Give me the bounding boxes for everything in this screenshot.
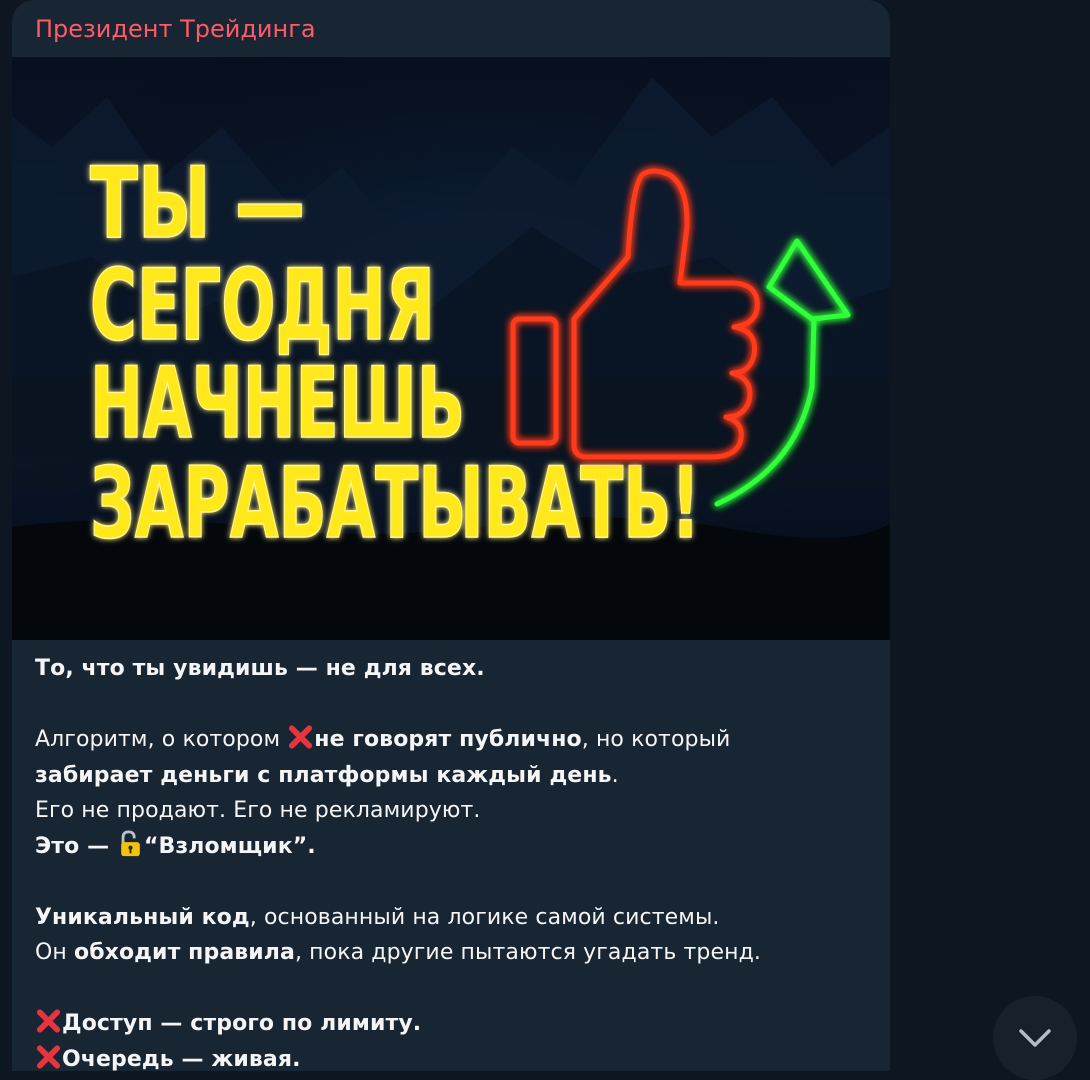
headline-line-2: СЕГОДНЯ [90,249,435,363]
message-text: То, что ты увидишь — не для всех. Алгори… [35,651,865,1071]
text-p2-line2-post: . [611,762,619,788]
text-p2-line2-bold: забирает деньги с платформы каждый день [35,762,612,788]
text-line-1: То, что ты увидишь — не для всех. [35,656,485,681]
chevron-down-icon [1019,1029,1051,1047]
text-p2-post: , но который [581,727,731,752]
headline-line-3: НАЧНЕШЬ [90,347,465,461]
headline-line-1: ТЫ — [90,147,305,261]
message-bubble: Президент Трейдинга ТЫ — СЕГОДНЯ НАЧНЕШЬ… [12,0,890,1071]
unlocked-lock-icon [121,829,140,856]
text-p2-line3: Его не продают. Его не рекламируют. [35,798,481,823]
text-p3-post2: , пока другие пытаются угадать тренд. [294,940,761,965]
text-p2-line4-post: “Взломщик”. [143,833,316,859]
scroll-down-button[interactable] [993,996,1077,1080]
text-p2-line4-pre: Это — [35,833,117,859]
sender-name[interactable]: Президент Трейдинга [35,14,316,44]
headline-line-4: ЗАРАБАТЫВАТЬ! [90,447,700,561]
text-p3-post1: , основанный на логике самой системы. [249,904,720,930]
text-p3-bold1: Уникальный код [35,904,250,930]
text-p4-line2: Очередь — живая. [62,1046,301,1072]
cross-mark-icon [36,1044,61,1069]
text-p2-bold: не говорят публично [314,727,582,752]
text-p3-pre2: Он [35,940,74,965]
text-p3-bold2: обходит правила [74,940,295,965]
cross-mark-icon [36,1009,61,1033]
post-image[interactable]: ТЫ — СЕГОДНЯ НАЧНЕШЬ ЗАРАБАТЫВАТЬ! [12,57,890,640]
cross-mark-icon [289,725,313,749]
text-p4-line1: Доступ — строго по лимиту. [62,1011,422,1036]
text-p2-pre: Алгоритм, о котором [35,727,288,752]
